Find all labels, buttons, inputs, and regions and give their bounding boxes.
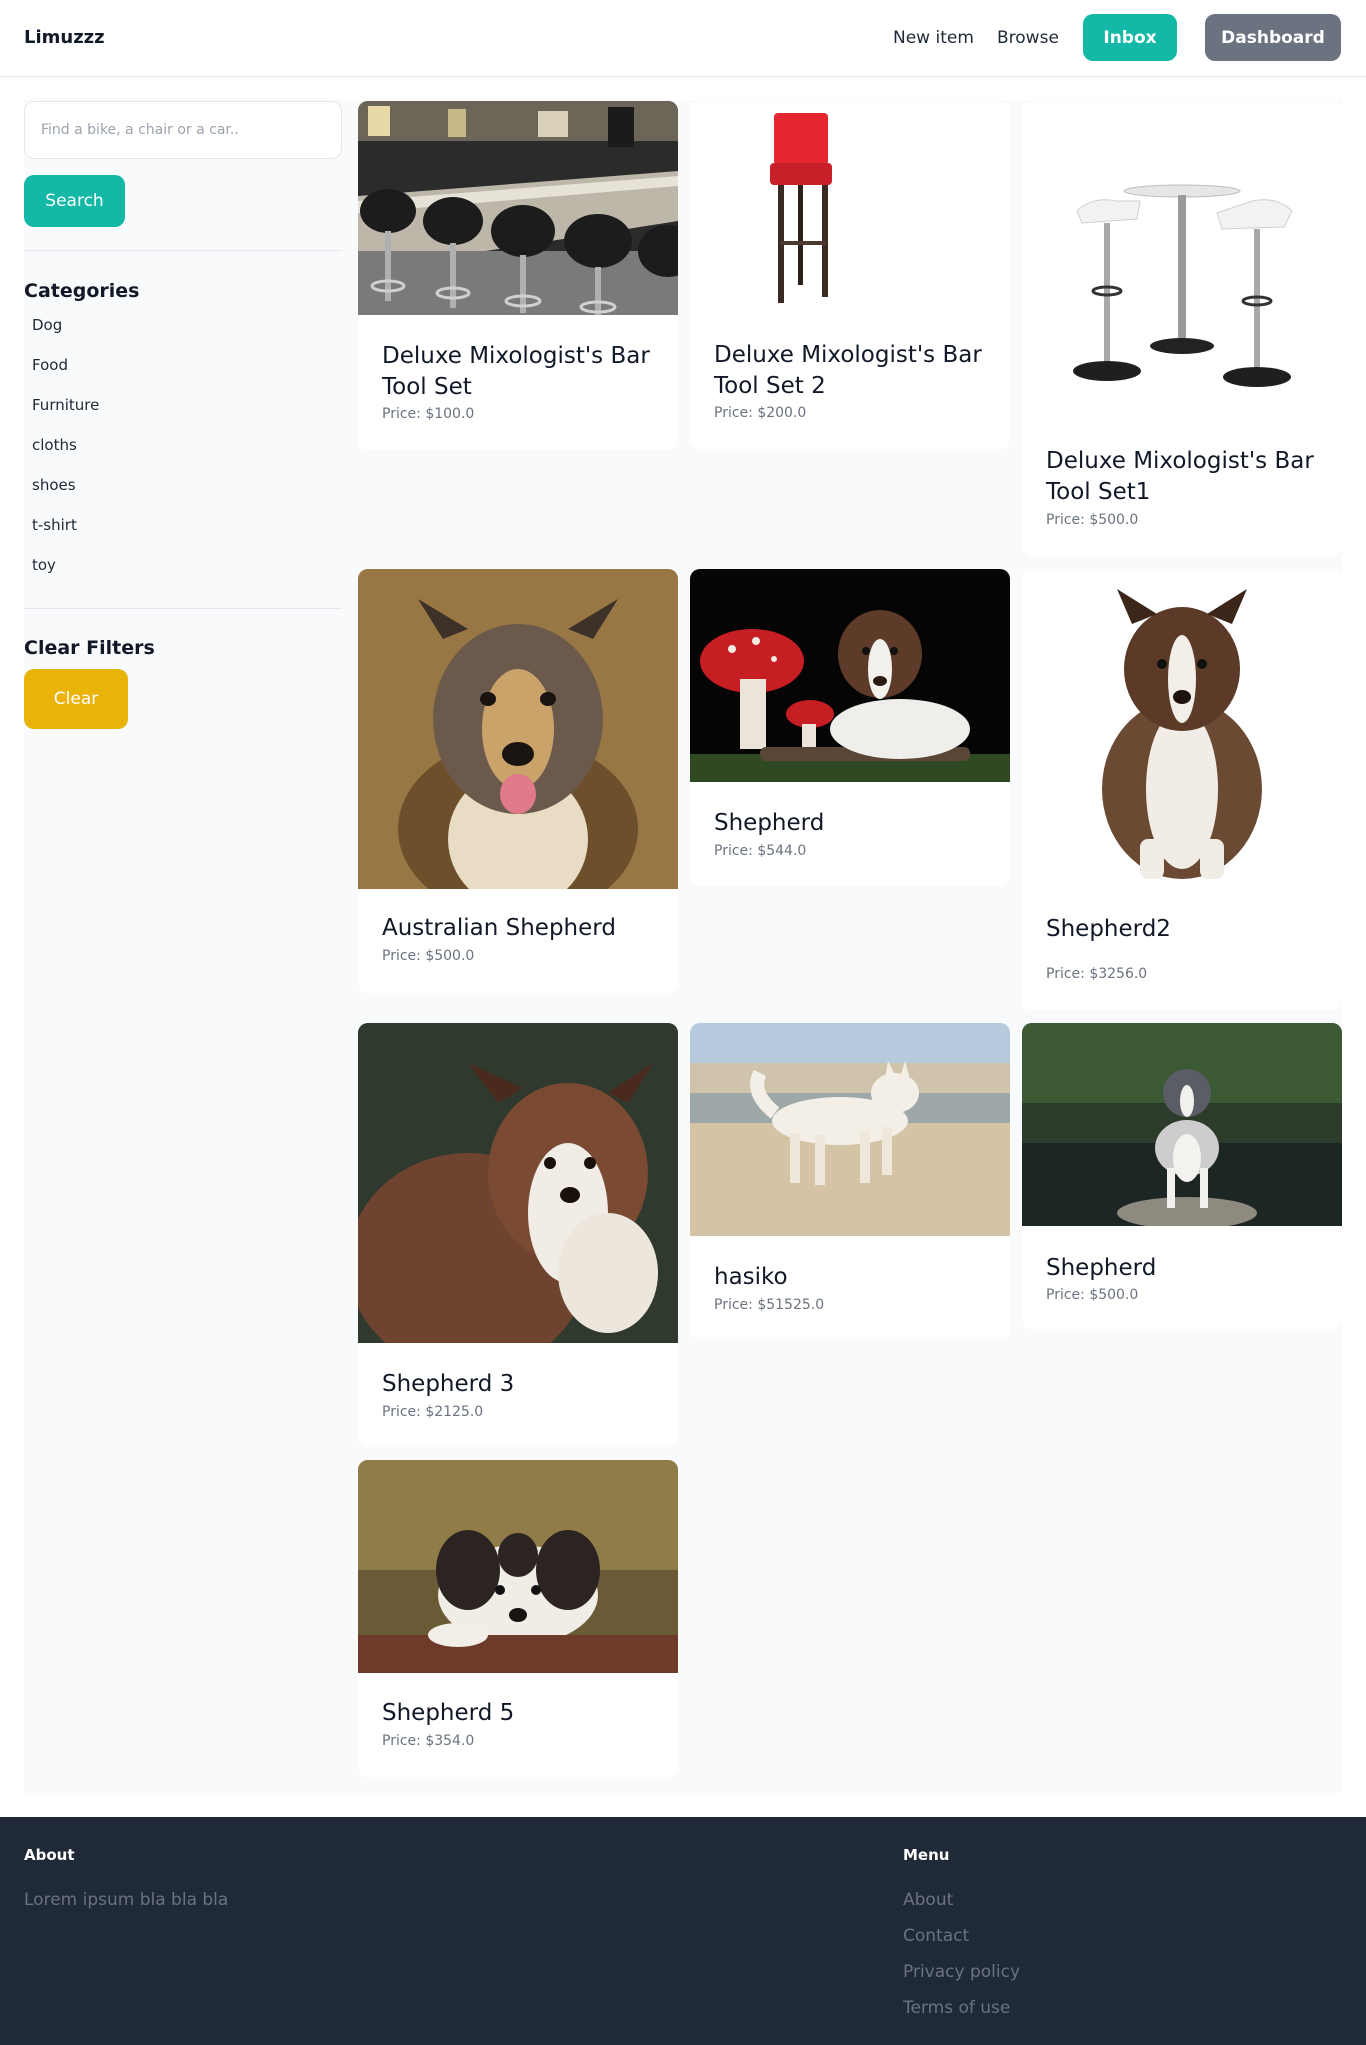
search-input[interactable]	[24, 101, 342, 159]
item-image[interactable]	[1022, 569, 1342, 889]
category-item-food[interactable]: Food	[32, 353, 99, 393]
footer-link-contact[interactable]: Contact	[903, 1926, 1020, 1962]
item-image[interactable]	[690, 569, 1010, 782]
item-card[interactable]: Deluxe Mixologist's Bar Tool Set 2 Price…	[690, 101, 1010, 449]
item-price: Price: $354.0	[382, 1733, 475, 1749]
item-image[interactable]	[358, 569, 678, 919]
item-card[interactable]: Shepherd Price: $500.0	[1022, 1023, 1342, 1329]
footer-menu-links: About Contact Privacy policy Terms of us…	[903, 1890, 1020, 2034]
nav-new-item-link[interactable]: New item	[893, 28, 974, 48]
item-card[interactable]: hasiko Price: $51525.0	[690, 1023, 1010, 1339]
item-title[interactable]: Shepherd 3	[382, 1369, 662, 1400]
item-image[interactable]	[690, 101, 1010, 314]
sidebar-divider	[24, 608, 342, 609]
item-card[interactable]: Deluxe Mixologist's Bar Tool Set1 Price:…	[1022, 101, 1342, 556]
footer-link-privacy[interactable]: Privacy policy	[903, 1962, 1020, 1998]
item-image[interactable]	[1022, 101, 1342, 421]
item-title[interactable]: Australian Shepherd	[382, 913, 662, 944]
category-item-cloths[interactable]: cloths	[32, 433, 99, 473]
item-price: Price: $500.0	[1046, 1287, 1139, 1303]
item-price: Price: $544.0	[714, 843, 807, 859]
category-item-dog[interactable]: Dog	[32, 313, 99, 353]
item-image[interactable]	[358, 1023, 678, 1373]
item-price: Price: $3256.0	[1046, 966, 1148, 982]
item-price: Price: $100.0	[382, 406, 475, 422]
nav-browse-link[interactable]: Browse	[997, 28, 1059, 48]
item-title[interactable]: Deluxe Mixologist's Bar Tool Set	[382, 341, 662, 403]
category-list: Dog Food Furniture cloths shoes t-shirt …	[32, 313, 99, 593]
item-price: Price: $500.0	[1046, 512, 1139, 528]
dashboard-button[interactable]: Dashboard	[1205, 14, 1341, 61]
item-price: Price: $500.0	[382, 948, 475, 964]
item-image[interactable]	[358, 1460, 678, 1673]
item-card[interactable]: Shepherd 3 Price: $2125.0	[358, 1023, 678, 1447]
inbox-button[interactable]: Inbox	[1083, 14, 1177, 61]
item-image[interactable]	[358, 101, 678, 315]
categories-heading: Categories	[24, 280, 140, 302]
category-item-furniture[interactable]: Furniture	[32, 393, 99, 433]
item-title[interactable]: Shepherd	[714, 808, 994, 839]
footer-about-heading: About	[24, 1846, 75, 1864]
brand-logo[interactable]: Limuzzz	[24, 27, 105, 48]
item-image[interactable]	[1022, 1023, 1342, 1229]
footer: About Lorem ipsum bla bla bla Menu About…	[0, 1817, 1366, 2045]
item-price: Price: $2125.0	[382, 1404, 484, 1420]
navbar: Limuzzz New item Browse Inbox Dashboard	[0, 0, 1366, 77]
footer-link-terms[interactable]: Terms of use	[903, 1998, 1020, 2034]
search-button[interactable]: Search	[24, 175, 125, 227]
clear-filters-heading: Clear Filters	[24, 637, 155, 659]
item-image[interactable]	[690, 1023, 1010, 1236]
item-card[interactable]: Australian Shepherd Price: $500.0	[358, 569, 678, 993]
item-title[interactable]: Shepherd2	[1046, 914, 1326, 945]
item-title[interactable]: Deluxe Mixologist's Bar Tool Set1	[1046, 446, 1326, 508]
clear-filters-button[interactable]: Clear	[24, 669, 128, 729]
item-title[interactable]: hasiko	[714, 1262, 994, 1293]
sidebar-divider	[24, 250, 342, 251]
footer-menu-heading: Menu	[903, 1846, 950, 1864]
item-title[interactable]: Shepherd 5	[382, 1698, 662, 1729]
item-title[interactable]: Shepherd	[1046, 1253, 1326, 1284]
item-title[interactable]: Deluxe Mixologist's Bar Tool Set 2	[714, 340, 994, 402]
footer-about-text: Lorem ipsum bla bla bla	[24, 1890, 229, 1910]
item-card[interactable]: Deluxe Mixologist's Bar Tool Set Price: …	[358, 101, 678, 450]
item-card[interactable]: Shepherd Price: $544.0	[690, 569, 1010, 886]
category-item-toy[interactable]: toy	[32, 553, 99, 593]
category-item-tshirt[interactable]: t-shirt	[32, 513, 99, 553]
category-item-shoes[interactable]: shoes	[32, 473, 99, 513]
item-price: Price: $200.0	[714, 405, 807, 421]
footer-link-about[interactable]: About	[903, 1890, 1020, 1926]
item-price: Price: $51525.0	[714, 1297, 825, 1313]
item-card[interactable]: Shepherd2 Price: $3256.0	[1022, 569, 1342, 1010]
item-card[interactable]: Shepherd 5 Price: $354.0	[358, 1460, 678, 1777]
